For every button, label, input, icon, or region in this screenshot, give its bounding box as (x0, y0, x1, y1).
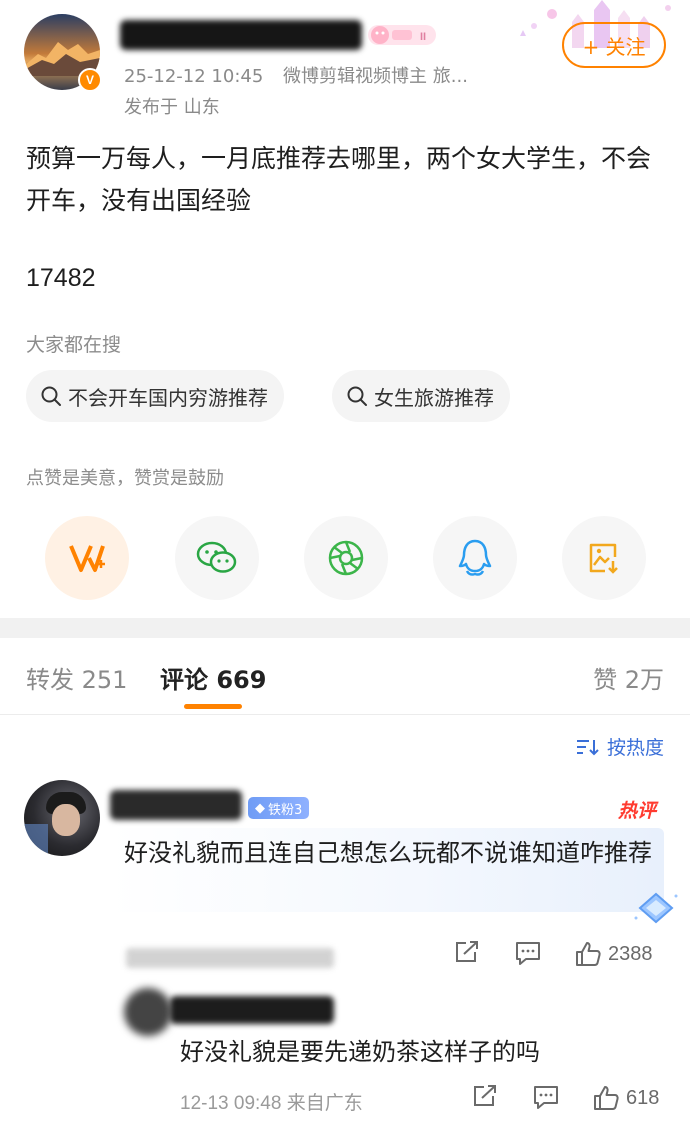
wechat-icon (196, 541, 237, 573)
like-count: 2388 (608, 942, 653, 965)
share-wechat-button[interactable] (175, 516, 259, 600)
tab-comment[interactable]: 评论 669 (160, 660, 266, 695)
sort-button[interactable]: 按热度 (575, 733, 664, 760)
follow-button[interactable]: + 关注 (562, 22, 666, 68)
avatar-face (52, 804, 80, 836)
post-location: 发布于 山东 (124, 97, 220, 118)
avatar-background (24, 824, 48, 854)
diamond-decoration-icon (634, 892, 678, 924)
hot-comment-tag: 热评 (618, 800, 657, 822)
search-icon (347, 386, 367, 406)
vplus-reward-icon (69, 545, 105, 572)
svg-text:II: II (420, 31, 426, 43)
reply-meta: 12-13 09:48 来自广东 (180, 1093, 363, 1114)
share-moments-button[interactable] (304, 516, 388, 600)
post-timestamp: 25-12-12 10:45 (124, 66, 264, 87)
reply-avatar-redacted[interactable] (124, 988, 172, 1036)
moments-icon (328, 540, 364, 576)
author-name-redacted[interactable] (120, 20, 362, 50)
reply-repost-button[interactable] (472, 1084, 498, 1108)
tab-divider (0, 714, 690, 715)
reply-like-button[interactable]: 618 (592, 1084, 659, 1112)
search-chip-label: 女生旅游推荐 (374, 385, 494, 410)
post-text: 预算一万每人，一月底推荐去哪里，两个女大学生，不会开车，没有出国经验 (26, 144, 652, 215)
save-image-icon (589, 543, 618, 574)
search-chip[interactable]: 不会开车国内穷游推荐 (26, 370, 284, 422)
verified-v-icon: V (78, 68, 102, 92)
active-tab-indicator (184, 704, 242, 709)
comment-meta-redacted (126, 948, 334, 968)
tab-repost[interactable]: 转发 251 (26, 660, 127, 695)
reply-text: 好没礼貌是要先递奶茶这样子的吗 (180, 1038, 540, 1066)
share-icon (456, 941, 478, 962)
share-icon (474, 1085, 496, 1106)
reward-button[interactable] (45, 516, 129, 600)
section-divider (0, 618, 690, 638)
fan-level-badge: ◆ 铁粉3 (248, 797, 310, 819)
reply-name-redacted[interactable] (170, 996, 334, 1024)
author-title: 微博剪辑视频博主 旅... (283, 66, 468, 87)
commenter-avatar[interactable] (24, 780, 100, 856)
vip-badge-icon: II (368, 25, 436, 45)
search-section-title: 大家都在搜 (26, 334, 122, 356)
sort-icon (576, 739, 599, 755)
post-meta: 25-12-12 10:45 微博剪辑视频博主 旅... (124, 62, 468, 88)
comment-icon (516, 942, 540, 965)
search-chip[interactable]: 女生旅游推荐 (332, 370, 510, 422)
thumbs-up-icon (576, 942, 601, 966)
qq-icon (458, 539, 492, 576)
comment-icon (534, 1086, 558, 1109)
search-icon (41, 386, 61, 406)
like-count: 618 (626, 1086, 660, 1109)
reply-button[interactable] (514, 940, 542, 966)
fan-badge-label: 铁粉3 (268, 802, 303, 818)
author-avatar[interactable]: V (24, 14, 102, 92)
comment-text: 好没礼貌而且连自己想怎么玩都不说谁知道咋推荐 (124, 839, 652, 867)
diamond-icon: ◆ (255, 800, 265, 816)
sort-label: 按热度 (606, 737, 664, 759)
like-button[interactable]: 2388 (574, 940, 653, 968)
post-number: 17482 (26, 264, 96, 292)
share-qq-button[interactable] (433, 516, 517, 600)
reward-tip: 点赞是美意，赞赏是鼓励 (26, 468, 224, 489)
save-image-button[interactable] (562, 516, 646, 600)
tab-like[interactable]: 赞 2万 (593, 660, 664, 695)
reply-comment-button[interactable] (532, 1084, 560, 1110)
commenter-name-redacted[interactable] (110, 790, 242, 820)
repost-comment-button[interactable] (454, 940, 480, 964)
thumbs-up-icon (594, 1086, 619, 1110)
search-chip-label: 不会开车国内穷游推荐 (68, 385, 268, 410)
